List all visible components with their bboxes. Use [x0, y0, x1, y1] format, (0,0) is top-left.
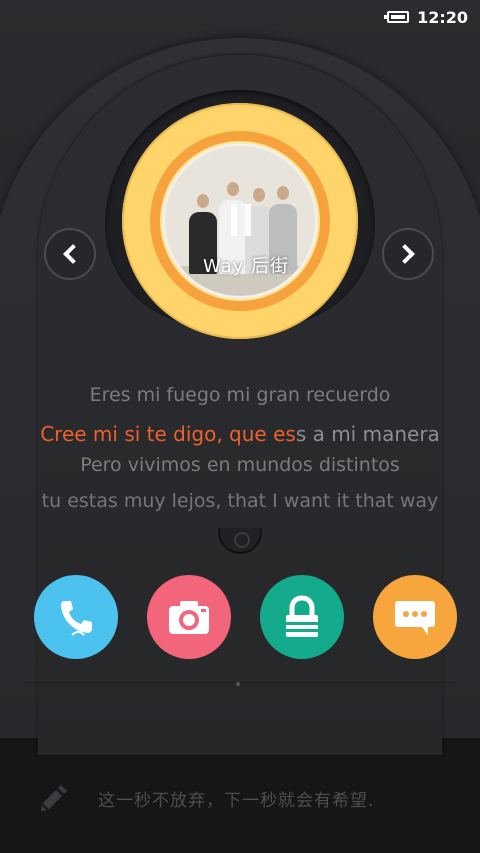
chevron-left-icon	[63, 244, 83, 264]
album-figure-head	[253, 188, 265, 202]
album-title: Way 后街	[203, 256, 290, 277]
page-indicator	[236, 682, 240, 686]
album-figure-head	[227, 182, 239, 196]
message-icon	[395, 601, 435, 635]
lyric-played-part: Cree mi si te digo, que es	[40, 422, 296, 446]
camera-icon	[169, 601, 209, 634]
album-figure-head	[277, 186, 289, 200]
battery-icon	[384, 11, 410, 23]
album-figure-head	[197, 194, 209, 208]
message-button[interactable]	[373, 575, 457, 659]
motto-text: 这一秒不放弃，下一秒就会有希望.	[98, 790, 375, 811]
album-logo	[231, 204, 251, 236]
lock-icon	[286, 595, 318, 637]
divider	[24, 682, 456, 683]
lyric-line-after: tu estas muy lejos, that I want it that …	[41, 490, 439, 512]
previous-track-button[interactable]	[44, 228, 96, 280]
album-cover[interactable]: Way 后街	[162, 143, 318, 299]
lock-screen: 12:20 Way 后街 Eres mi fuego mi gran recue…	[0, 0, 480, 853]
status-bar: 12:20	[0, 0, 480, 34]
motto-row[interactable]: 这一秒不放弃，下一秒就会有希望.	[36, 782, 374, 814]
pencil-icon	[41, 785, 67, 811]
next-track-button[interactable]	[382, 228, 434, 280]
unlock-button[interactable]	[260, 575, 344, 659]
camera-button[interactable]	[147, 575, 231, 659]
lyric-remaining-part: s a mi manera	[295, 422, 440, 446]
chevron-right-icon	[395, 244, 415, 264]
lyric-line-current: Cree mi si te digo, que ess a mi manera	[0, 422, 480, 446]
phone-icon	[61, 601, 92, 636]
lyric-line-next: Pero vivimos en mundos distintos	[80, 454, 400, 476]
phone-button[interactable]	[34, 575, 118, 659]
lyric-line-previous: Eres mi fuego mi gran recuerdo	[89, 384, 391, 406]
clock: 12:20	[417, 7, 468, 27]
